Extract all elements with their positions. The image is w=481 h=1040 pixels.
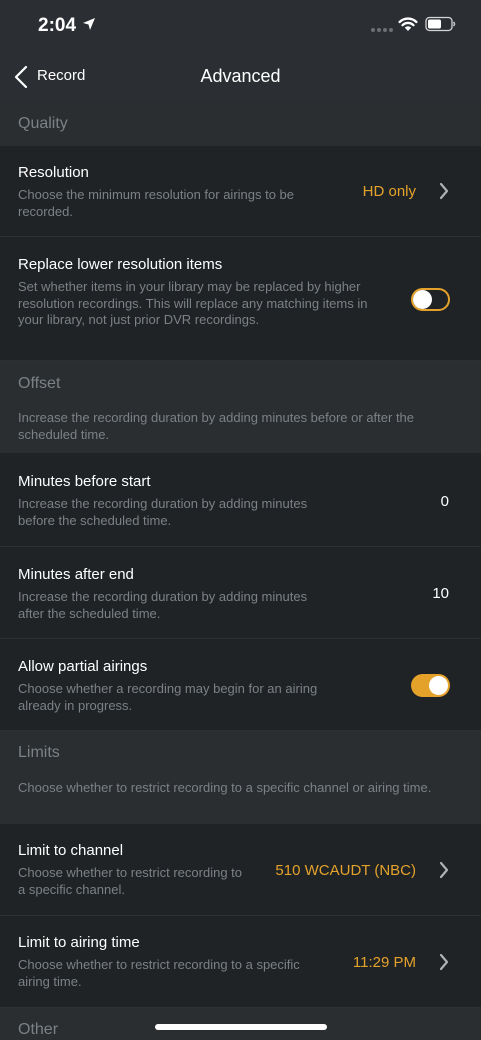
replace-toggle[interactable] [411,288,450,311]
section-desc-limits: Choose whether to restrict recording to … [18,780,432,795]
row-resolution[interactable]: Resolution Choose the minimum resolution… [0,146,481,237]
nav-bar: Record Advanced [0,50,481,102]
section-header-offset: Offset [18,375,61,392]
row-desc-partial: Choose whether a recording may begin for… [18,681,318,713]
row-minutes-before-start[interactable]: Minutes before start Increase the record… [0,453,481,547]
chevron-right-icon [439,182,449,200]
signal-icon [371,28,393,32]
row-minutes-after-end[interactable]: Minutes after end Increase the recording… [0,547,481,639]
row-desc-after: Increase the recording duration by addin… [18,589,308,621]
section-header-limits: Limits [18,744,60,761]
row-title-after: Minutes after end [18,566,134,583]
wifi-icon [398,17,418,31]
row-limit-to-channel[interactable]: Limit to channel Choose whether to restr… [0,824,481,916]
section-header-other: Other [18,1021,59,1038]
minutes-before-value[interactable]: 0 [441,493,449,510]
home-indicator [155,1024,327,1030]
toggle-knob [413,290,432,309]
chevron-right-icon [439,861,449,879]
row-title-airing-time: Limit to airing time [18,934,140,951]
section-quality: Quality [0,102,481,146]
toggle-knob [429,676,448,695]
battery-icon [425,16,456,32]
channel-value[interactable]: 510 WCAUDT (NBC) [275,862,416,879]
chevron-right-icon [439,953,449,971]
row-desc-airing-time: Choose whether to restrict recording to … [18,957,300,989]
row-desc-resolution: Choose the minimum resolution for airing… [18,187,295,219]
location-arrow-icon [83,18,95,30]
page-title: Advanced [200,66,281,86]
partial-airings-toggle[interactable] [411,674,450,697]
row-title-partial: Allow partial airings [18,658,148,675]
status-time: 2:04 [38,15,77,36]
row-limit-to-airing-time[interactable]: Limit to airing time Choose whether to r… [0,916,481,1008]
status-bar: 2:04 [0,0,481,50]
row-replace-lower-resolution[interactable]: Replace lower resolution items Set wheth… [0,237,481,361]
row-desc-before: Increase the recording duration by addin… [18,496,308,528]
section-limits: Limits Choose whether to restrict record… [0,731,481,824]
section-desc-offset: Increase the recording duration by addin… [18,410,415,442]
minutes-after-value[interactable]: 10 [432,585,449,602]
row-title-channel: Limit to channel [18,842,124,859]
row-desc-replace: Set whether items in your library may be… [18,279,368,327]
row-title-before: Minutes before start [18,473,151,490]
airing-time-value[interactable]: 11:29 PM [353,954,416,971]
section-header-quality: Quality [18,115,68,132]
section-offset: Offset Increase the recording duration b… [0,361,481,453]
row-allow-partial-airings[interactable]: Allow partial airings Choose whether a r… [0,639,481,731]
resolution-value[interactable]: HD only [363,183,416,200]
row-title-replace: Replace lower resolution items [18,256,223,273]
row-title-resolution: Resolution [18,164,89,181]
row-desc-channel: Choose whether to restrict recording to … [18,865,242,897]
